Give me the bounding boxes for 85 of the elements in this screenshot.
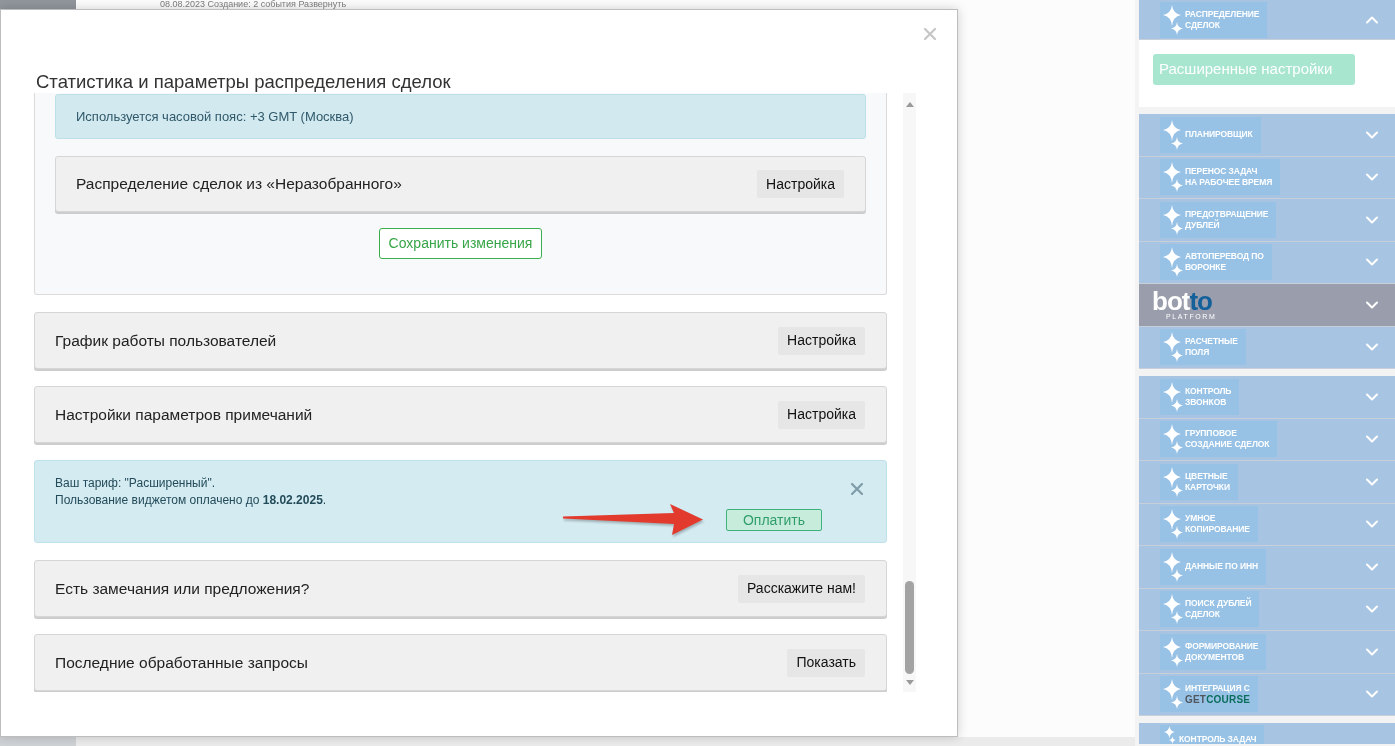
advanced-settings-button[interactable]: Расширенные настройки xyxy=(1153,54,1355,85)
sparkle-icon xyxy=(1163,119,1183,150)
widget-item[interactable]: ДАННЫЕ ПО ИНН xyxy=(1139,546,1395,589)
chevron-down-icon[interactable] xyxy=(1366,130,1378,139)
chevron-up-icon[interactable] xyxy=(1366,15,1378,24)
widget-title: РАСПРЕДЕЛЕНИЕ СДЕЛОК xyxy=(1185,8,1260,31)
chevron-down-icon[interactable] xyxy=(1366,173,1378,182)
sparkle-icon xyxy=(1163,381,1183,412)
chevron-down-icon[interactable] xyxy=(1366,435,1378,444)
sparkle-icon xyxy=(1163,466,1183,497)
widget-item[interactable]: АВТОПЕРЕВОД ПО ВОРОНКЕ xyxy=(1139,241,1395,284)
widget-item[interactable]: РАСПРЕДЕЛЕНИЕ СДЕЛОК xyxy=(1139,0,1395,40)
widget-title: УМНОЕ КОПИРОВАНИЕ xyxy=(1185,513,1250,536)
partner-logo-text: GETCOURSE xyxy=(1185,693,1251,706)
widget-title: ФОРМИРОВАНИЕ ДОКУМЕНТОВ xyxy=(1185,640,1259,663)
backdrop-text: 08.08.2023 Создание: 2 события Развернуть xyxy=(160,0,348,9)
row-label: График работы пользователей xyxy=(55,330,277,351)
scrollbar-thumb[interactable] xyxy=(905,581,914,674)
widget-item[interactable]: КОНТРОЛЬ ЗАДАЧ xyxy=(1139,723,1395,744)
widget-item[interactable]: ПЕРЕНОС ЗАДАЧ НА РАБОЧЕЕ ВРЕМЯ xyxy=(1139,156,1395,199)
sparkle-icon xyxy=(1163,247,1183,278)
widget-item[interactable]: ПЛАНИРОВЩИК xyxy=(1139,114,1395,157)
widget-title: КОНТРОЛЬ ЗАДАЧ xyxy=(1179,734,1257,744)
sparkle-icon xyxy=(1163,162,1183,193)
widget-title: ПЛАНИРОВЩИК xyxy=(1185,129,1253,141)
dialog-title: Статистика и параметры распределения сделок xyxy=(36,71,452,93)
info-alert: Используется часовой пояс: +3 GMT (Москва) xyxy=(55,94,866,139)
row-label: Есть замечания или предложения? xyxy=(55,578,310,599)
sparkle-icon xyxy=(1163,509,1183,540)
widget-item[interactable]: ЦВЕТНЫЕ КАРТОЧКИ xyxy=(1139,461,1395,504)
widget-item[interactable]: КОНТРОЛЬ ЗВОНКОВ xyxy=(1139,376,1395,419)
widget-title: ГРУППОВОЕ СОЗДАНИЕ СДЕЛОК xyxy=(1185,428,1270,451)
row-button[interactable]: Настройка xyxy=(778,400,865,429)
chevron-down-icon[interactable] xyxy=(1366,343,1378,352)
chevron-down-icon[interactable] xyxy=(1366,215,1378,224)
chevron-down-icon[interactable] xyxy=(1366,392,1378,401)
sparkle-icon xyxy=(1163,636,1183,667)
chevron-down-icon[interactable] xyxy=(1366,300,1378,309)
widget-title: ЦВЕТНЫЕ КАРТОЧКИ xyxy=(1185,470,1230,493)
widget-title: ПРЕДОТВРАЩЕНИЕ ДУБЛЕЙ xyxy=(1185,208,1269,231)
chevron-down-icon[interactable] xyxy=(1366,562,1378,571)
sparkle-icon xyxy=(1163,204,1183,235)
pay-button[interactable]: Оплатить xyxy=(726,509,822,531)
row-label: Настройки параметров примечаний xyxy=(55,404,313,425)
chevron-down-icon[interactable] xyxy=(1366,258,1378,267)
row-button[interactable]: Настройка xyxy=(778,326,865,355)
widget-item[interactable]: ГРУППОВОЕ СОЗДАНИЕ СДЕЛОК xyxy=(1139,418,1395,461)
close-icon[interactable] xyxy=(851,483,863,495)
widget-title: АВТОПЕРЕВОД ПО ВОРОНКЕ xyxy=(1185,251,1264,274)
notice-text: Ваш тариф: "Расширенный". xyxy=(55,475,216,492)
widget-item[interactable]: УМНОЕ КОПИРОВАНИЕ xyxy=(1139,503,1395,546)
widget-title: КОНТРОЛЬ ЗВОНКОВ xyxy=(1185,385,1232,408)
widget-title: РАСЧЕТНЫЕ ПОЛЯ xyxy=(1185,336,1238,359)
chevron-down-icon[interactable] xyxy=(1366,605,1378,614)
row-button[interactable]: Расскажите нам! xyxy=(737,574,865,603)
widget-item[interactable]: ИНТЕГРАЦИЯ С GETCOURSE xyxy=(1139,673,1395,716)
sparkle-icon xyxy=(1163,594,1183,625)
widget-title: ИНТЕГРАЦИЯ С xyxy=(1185,682,1251,694)
row-button[interactable]: Настройка xyxy=(757,170,844,198)
scroll-down-icon[interactable] xyxy=(905,680,914,685)
brand-logo-text: botto xyxy=(1152,288,1212,313)
widget-item[interactable]: ФОРМИРОВАНИЕ ДОКУМЕНТОВ xyxy=(1139,631,1395,674)
row-label: Распределение сделок из «Неразобранного» xyxy=(76,174,402,195)
save-button[interactable]: Сохранить изменения xyxy=(378,228,543,259)
widget-item[interactable]: РАСЧЕТНЫЕ ПОЛЯ xyxy=(1139,326,1395,369)
widget-item[interactable]: ПРЕДОТВРАЩЕНИЕ ДУБЛЕЙ xyxy=(1139,199,1395,242)
widget-title: ПОИСК ДУБЛЕЙ СДЕЛОК xyxy=(1185,598,1252,621)
sparkle-icon xyxy=(1163,4,1183,35)
widget-title: ПЕРЕНОС ЗАДАЧ НА РАБОЧЕЕ ВРЕМЯ xyxy=(1185,166,1273,189)
notice-text: Пользование виджетом оплачено до 18.02.2025. xyxy=(55,492,328,509)
widget-title: ДАННЫЕ ПО ИНН xyxy=(1185,561,1258,573)
sparkle-icon xyxy=(1163,679,1183,710)
scroll-up-icon[interactable] xyxy=(905,102,914,107)
close-icon[interactable] xyxy=(924,28,936,40)
chevron-down-icon[interactable] xyxy=(1366,690,1378,699)
row-button[interactable]: Показать xyxy=(787,648,865,677)
sparkle-icon xyxy=(1163,332,1183,363)
chevron-down-icon[interactable] xyxy=(1366,520,1378,529)
scrollbar-track[interactable] xyxy=(903,93,916,692)
sparkle-icon xyxy=(1163,424,1183,455)
chevron-down-icon[interactable] xyxy=(1366,647,1378,656)
row-label: Последние обработанные запросы xyxy=(55,652,308,673)
sparkle-icon xyxy=(1163,551,1183,582)
chevron-down-icon[interactable] xyxy=(1366,477,1378,486)
widget-item[interactable]: ПОИСК ДУБЛЕЙ СДЕЛОК xyxy=(1139,588,1395,631)
